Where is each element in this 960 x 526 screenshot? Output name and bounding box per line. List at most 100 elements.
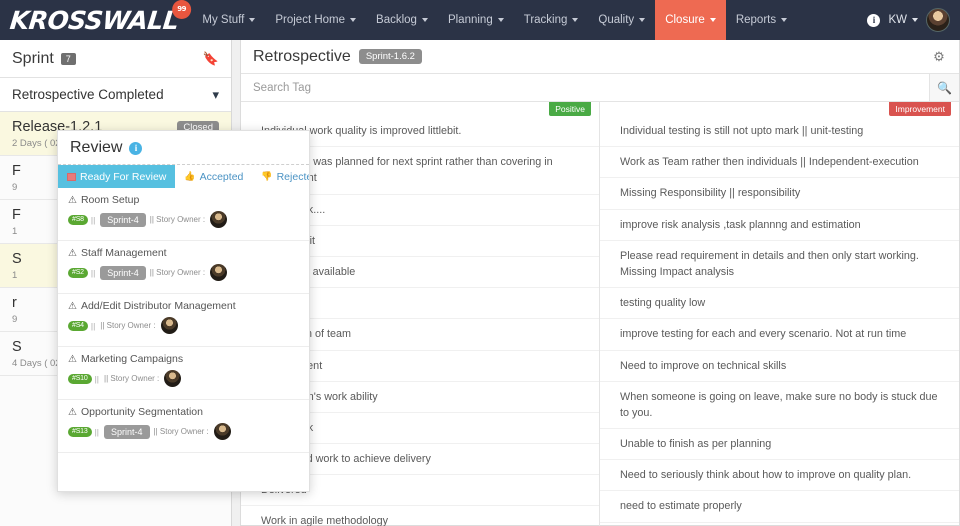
- list-item[interactable]: Missing Responsibility || responsibility: [600, 178, 959, 210]
- sidebar-filter-label: Retrospective Completed: [12, 87, 164, 102]
- review-item-title: Add/Edit Distributor Management: [80, 300, 236, 312]
- nav-item-my-stuff[interactable]: My Stuff: [192, 0, 265, 40]
- tab-label: Rejected: [276, 170, 309, 183]
- user-initials: KW: [888, 14, 907, 26]
- thumbs-down-icon: 👎: [261, 171, 273, 181]
- list-item[interactable]: Need to improve on technical skills: [600, 351, 959, 382]
- nav-label: Quality: [598, 14, 635, 26]
- list-item[interactable]: Give full detailed about what we need to…: [600, 523, 959, 526]
- sidebar-item-label: S: [12, 251, 22, 267]
- review-item-title: Opportunity Segmentation: [80, 406, 203, 418]
- list-item[interactable]: improve testing for each and every scena…: [600, 319, 959, 351]
- sidebar-item-label: F: [12, 163, 21, 179]
- nav-item-backlog[interactable]: Backlog: [366, 0, 438, 40]
- review-item-meta-row: #S10 || || Story Owner :: [68, 370, 299, 387]
- chevron-down-icon: [572, 18, 579, 22]
- list-item[interactable]: Work in agile methodology: [241, 506, 599, 526]
- search-bar: 🔍: [241, 74, 959, 102]
- chevron-down-icon: [781, 18, 788, 22]
- sprint-badge: Sprint-4: [100, 265, 146, 280]
- story-owner-label: || Story Owner :: [100, 321, 156, 330]
- nav-item-quality[interactable]: Quality: [588, 0, 655, 40]
- list-item[interactable]: Individual testing is still not upto mar…: [600, 116, 959, 148]
- review-item-list: ⚠ Room Setup #S8 || Sprint-4 || Story Ow…: [58, 188, 309, 453]
- review-item-meta-row: #S4 || || Story Owner :: [68, 317, 299, 334]
- chevron-down-icon: [639, 18, 646, 22]
- separator: ||: [90, 267, 96, 278]
- info-icon[interactable]: i: [129, 141, 143, 155]
- tab-ready-for-review[interactable]: Ready For Review: [58, 165, 176, 188]
- review-item-title-row: ⚠ Staff Management: [68, 247, 299, 259]
- user-menu[interactable]: KW: [888, 14, 918, 26]
- app-logo[interactable]: KROSSWALL 99: [8, 0, 192, 35]
- story-owner-label: || Story Owner :: [103, 374, 160, 383]
- chevron-down-icon: [709, 18, 716, 22]
- status-badge-improvement: Improvement: [889, 102, 951, 116]
- story-id-badge: #S4: [68, 320, 88, 331]
- list-item[interactable]: Please read requirement in details and t…: [600, 241, 959, 289]
- sprint-badge: Sprint-4: [100, 212, 146, 227]
- separator: ||: [90, 320, 96, 331]
- tab-label: Accepted: [199, 170, 244, 183]
- sprint-count-badge: 7: [60, 52, 76, 65]
- list-item[interactable]: Need to seriously think about how to imp…: [600, 460, 959, 492]
- list-item[interactable]: Work as Team rather then individuals || …: [600, 147, 959, 179]
- nav-item-tracking[interactable]: Tracking: [514, 0, 589, 40]
- search-icon[interactable]: 🔍: [929, 74, 959, 101]
- table-row[interactable]: ⚠ Add/Edit Distributor Management #S4 ||…: [58, 294, 309, 347]
- review-item-title-row: ⚠ Opportunity Segmentation: [68, 406, 299, 418]
- nav-label: Project Home: [275, 14, 346, 26]
- review-item-title: Staff Management: [80, 247, 167, 259]
- review-item-title-row: ⚠ Room Setup: [68, 194, 299, 206]
- app-root: KROSSWALL 99 My Stuff Project Home Backl…: [0, 0, 960, 526]
- separator: ||: [94, 373, 99, 384]
- table-row[interactable]: ⚠ Staff Management #S2 || Sprint-4 || St…: [58, 241, 309, 294]
- review-item-title-row: ⚠ Add/Edit Distributor Management: [68, 300, 299, 312]
- list-item[interactable]: need to estimate properly: [600, 491, 959, 523]
- nav-label: My Stuff: [202, 14, 245, 26]
- avatar[interactable]: [164, 370, 182, 387]
- nav-item-reports[interactable]: Reports: [726, 0, 797, 40]
- review-item-meta-row: #S8 || Sprint-4 || Story Owner :: [68, 211, 299, 228]
- nav-item-project-home[interactable]: Project Home: [265, 0, 366, 40]
- avatar[interactable]: [926, 8, 950, 32]
- page-title: Retrospective: [253, 47, 351, 65]
- review-overlay-header: Review i: [58, 131, 309, 161]
- bookmark-icon[interactable]: 🔖: [203, 51, 219, 67]
- story-id-badge: #S13: [68, 426, 92, 437]
- table-row[interactable]: ⚠ Opportunity Segmentation #S13 || Sprin…: [58, 400, 309, 453]
- sidebar-header: Sprint 7 🔖: [0, 40, 231, 78]
- avatar[interactable]: [210, 264, 228, 281]
- chevron-down-icon: [421, 18, 428, 22]
- table-row[interactable]: ⚠ Marketing Campaigns #S10 || || Story O…: [58, 347, 309, 400]
- avatar[interactable]: [210, 211, 228, 228]
- tab-rejected[interactable]: 👎 Rejected: [252, 165, 309, 188]
- review-item-meta-row: #S2 || Sprint-4 || Story Owner :: [68, 264, 299, 281]
- sidebar-filter-dropdown[interactable]: Retrospective Completed ▾: [0, 78, 231, 112]
- story-id-badge: #S10: [68, 373, 92, 384]
- chevron-down-icon: [350, 18, 357, 22]
- tab-accepted[interactable]: 👍 Accepted: [175, 165, 252, 188]
- gear-icon[interactable]: ⚙: [931, 49, 947, 65]
- avatar[interactable]: [160, 317, 178, 334]
- review-item-meta-row: #S13 || Sprint-4 || Story Owner :: [68, 423, 299, 440]
- nav-item-planning[interactable]: Planning: [438, 0, 514, 40]
- story-id-badge: #S2: [68, 267, 88, 278]
- review-overlay-panel: Review i Ready For Review 👍 Accepted 👎 R…: [57, 130, 310, 492]
- list-item[interactable]: When someone is going on leave, make sur…: [600, 382, 959, 430]
- warning-icon: ⚠: [68, 406, 77, 418]
- notification-badge[interactable]: 99: [172, 0, 192, 19]
- review-title: Review: [70, 139, 123, 156]
- nav-item-closure[interactable]: Closure: [655, 0, 726, 40]
- list-item[interactable]: Unable to finish as per planning: [600, 429, 959, 461]
- warning-icon: ⚠: [68, 194, 77, 206]
- list-item[interactable]: testing quality low: [600, 288, 959, 320]
- warning-icon: ⚠: [68, 247, 77, 259]
- chevron-down-icon[interactable]: ▾: [212, 87, 219, 103]
- table-row[interactable]: ⚠ Room Setup #S8 || Sprint-4 || Story Ow…: [58, 188, 309, 241]
- list-item[interactable]: improve risk analysis ,task plannng and …: [600, 210, 959, 241]
- nav-label: Reports: [735, 14, 777, 26]
- search-input[interactable]: [241, 74, 929, 101]
- avatar[interactable]: [213, 423, 231, 440]
- info-icon[interactable]: i: [867, 13, 881, 27]
